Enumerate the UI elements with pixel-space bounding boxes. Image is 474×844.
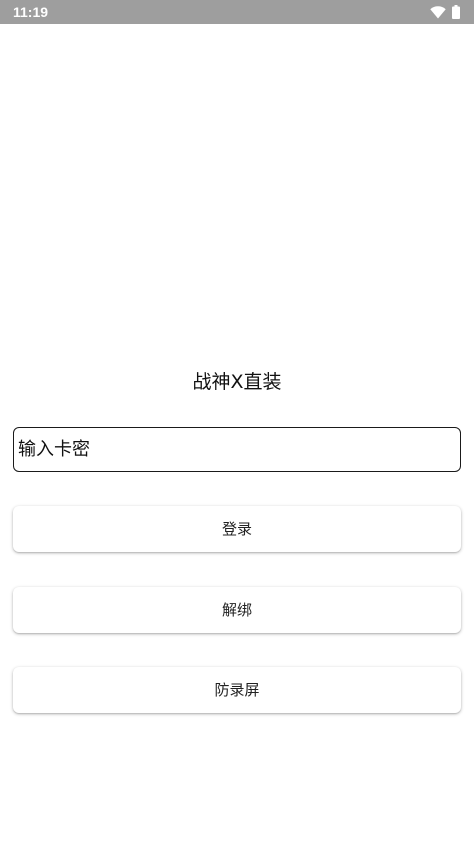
status-icons xyxy=(430,4,460,20)
wifi-icon xyxy=(430,5,446,19)
status-bar: 11:19 xyxy=(0,0,474,24)
app-title: 战神X直装 xyxy=(192,371,282,393)
unbind-button[interactable]: 解绑 xyxy=(13,587,461,633)
battery-icon xyxy=(452,5,460,19)
card-key-input[interactable] xyxy=(13,427,461,472)
login-button[interactable]: 登录 xyxy=(13,506,461,552)
anti-screen-record-button[interactable]: 防录屏 xyxy=(13,667,461,713)
status-time: 11:19 xyxy=(13,4,49,20)
